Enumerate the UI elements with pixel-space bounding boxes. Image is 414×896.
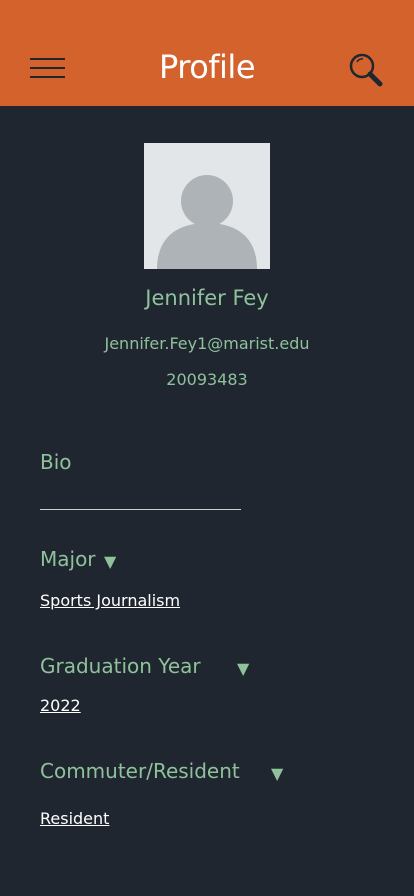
profile-avatar[interactable] bbox=[144, 143, 270, 269]
search-icon bbox=[349, 53, 383, 87]
graduation-year-dropdown-icon[interactable]: ▼ bbox=[237, 659, 249, 678]
graduation-year-value[interactable]: 2022 bbox=[40, 696, 81, 715]
default-avatar-icon bbox=[157, 175, 257, 269]
profile-name: Jennifer Fey bbox=[145, 286, 269, 310]
graduation-year-label: Graduation Year bbox=[40, 654, 201, 678]
commuter-resident-label: Commuter/Resident bbox=[40, 759, 240, 783]
bio-label: Bio bbox=[40, 450, 72, 474]
major-value[interactable]: Sports Journalism bbox=[40, 591, 180, 610]
app-header: Profile bbox=[0, 0, 414, 106]
major-dropdown-icon[interactable]: ▼ bbox=[104, 552, 116, 571]
search-button[interactable] bbox=[348, 52, 384, 88]
bio-input[interactable] bbox=[40, 509, 241, 510]
commuter-resident-dropdown-icon[interactable]: ▼ bbox=[271, 764, 283, 783]
commuter-resident-value[interactable]: Resident bbox=[40, 809, 109, 828]
profile-email: Jennifer.Fey1@marist.edu bbox=[104, 334, 310, 353]
profile-student-id: 20093483 bbox=[166, 370, 248, 389]
major-label: Major bbox=[40, 547, 96, 571]
